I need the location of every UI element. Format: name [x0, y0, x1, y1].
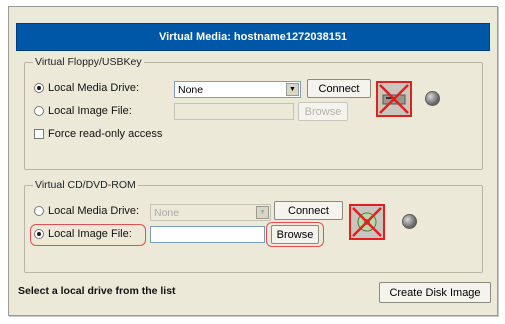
window-title-bar: Virtual Media: hostname1272038151 [16, 23, 490, 51]
cdrom-connect-button[interactable]: Connect [274, 201, 343, 220]
chevron-down-icon[interactable]: ▼ [256, 206, 269, 219]
force-readonly-checkbox[interactable]: Force read-only access [34, 128, 162, 140]
cdrom-status-led-icon [402, 214, 417, 229]
status-message: Select a local drive from the list [18, 285, 176, 297]
floppy-local-media-drive-radio[interactable]: Local Media Drive: [34, 82, 139, 94]
disconnected-floppy-icon [376, 81, 412, 117]
floppy-connect-label: Connect [318, 82, 360, 95]
floppy-image-file-field[interactable] [174, 103, 294, 120]
cdrom-group-legend: Virtual CD/DVD-ROM [33, 179, 138, 191]
floppy-connect-button[interactable]: Connect [307, 79, 371, 98]
cdrom-connect-label: Connect [288, 204, 329, 217]
force-readonly-label: Force read-only access [48, 128, 163, 140]
cdrom-browse-button[interactable]: Browse [271, 225, 319, 244]
floppy-drive-select-value: None [178, 83, 204, 96]
cdrom-local-media-drive-radio[interactable]: Local Media Drive: [34, 205, 139, 217]
cdrom-image-file-field[interactable] [150, 226, 265, 243]
floppy-drive-select[interactable]: None ▼ [174, 81, 301, 98]
cdrom-local-image-file-label: Local Image File: [48, 228, 132, 240]
create-disk-image-label: Create Disk Image [389, 286, 481, 299]
radio-selected-icon [34, 83, 44, 93]
cdrom-local-media-drive-label: Local Media Drive: [48, 205, 140, 217]
checkbox-unchecked-icon [34, 129, 44, 139]
create-disk-image-button[interactable]: Create Disk Image [379, 282, 491, 303]
floppy-local-media-drive-label: Local Media Drive: [48, 82, 140, 94]
chevron-down-icon[interactable]: ▼ [286, 83, 299, 96]
cdrom-browse-label: Browse [276, 228, 314, 241]
floppy-group-legend: Virtual Floppy/USBKey [33, 56, 144, 68]
disconnected-cdrom-icon [349, 204, 385, 240]
window-title: Virtual Media: hostname1272038151 [158, 31, 348, 43]
floppy-browse-button[interactable]: Browse [298, 102, 348, 121]
floppy-status-led-icon [425, 91, 440, 106]
cdrom-drive-select-value: None [154, 206, 180, 219]
cdrom-local-image-file-radio[interactable]: Local Image File: [34, 228, 132, 240]
radio-selected-icon [34, 229, 44, 239]
floppy-local-image-file-radio[interactable]: Local Image File: [34, 105, 132, 117]
cdrom-drive-select[interactable]: None ▼ [150, 204, 271, 221]
radio-unselected-icon [34, 106, 44, 116]
floppy-local-image-file-label: Local Image File: [48, 105, 132, 117]
floppy-browse-label: Browse [304, 105, 342, 118]
radio-unselected-icon [34, 206, 44, 216]
